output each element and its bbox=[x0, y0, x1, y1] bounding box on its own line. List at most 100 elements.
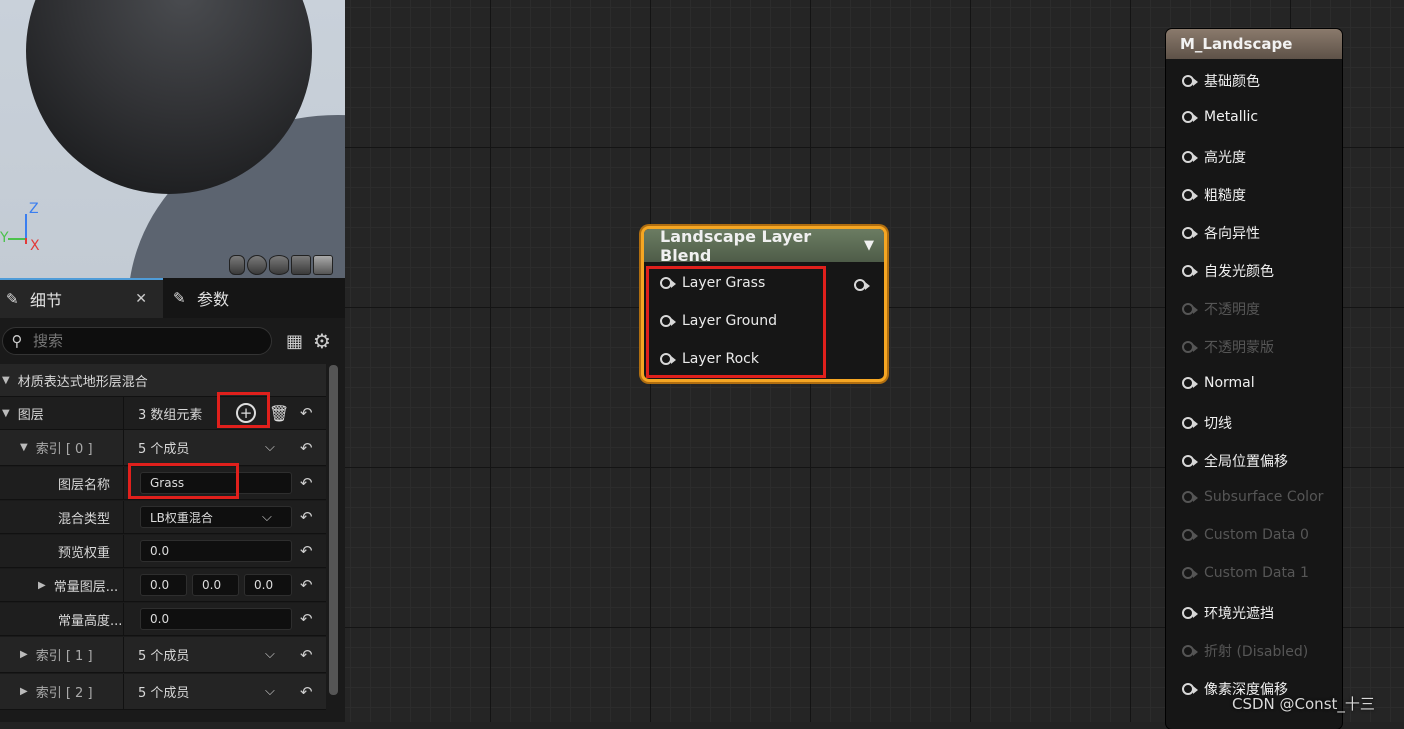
search-input[interactable] bbox=[31, 331, 255, 351]
input-pin-icon[interactable] bbox=[1182, 607, 1198, 619]
column-divider bbox=[123, 535, 124, 567]
material-pin-row[interactable]: 折射 (Disabled) bbox=[1182, 641, 1308, 661]
input-pin-icon[interactable] bbox=[1182, 189, 1198, 201]
index-2-row[interactable]: ▶ 索引 [ 2 ] 5 个成员 ⌵ ↶ bbox=[0, 674, 326, 710]
material-pin-label: 各向异性 bbox=[1204, 226, 1260, 242]
column-divider bbox=[123, 569, 124, 601]
input-pin-icon[interactable] bbox=[1182, 265, 1198, 277]
material-pin-row[interactable]: 全局位置偏移 bbox=[1182, 451, 1288, 471]
material-pin-row[interactable]: 各向异性 bbox=[1182, 223, 1260, 243]
index-1-row[interactable]: ▶ 索引 [ 1 ] 5 个成员 ⌵ ↶ bbox=[0, 637, 326, 673]
reset-icon[interactable]: ↶ bbox=[300, 439, 313, 457]
chevron-down-icon[interactable]: ▼ bbox=[864, 238, 874, 253]
column-divider bbox=[123, 430, 124, 465]
index-1-value: 5 个成员 bbox=[138, 649, 190, 664]
material-pin-row[interactable]: 环境光遮挡 bbox=[1182, 603, 1274, 623]
reset-icon[interactable]: ↶ bbox=[300, 610, 313, 628]
material-pin-row[interactable]: 粗糙度 bbox=[1182, 185, 1246, 205]
output-pin-icon[interactable] bbox=[854, 279, 870, 291]
material-pin-row[interactable]: 不透明蒙版 bbox=[1182, 337, 1274, 357]
material-pin-row[interactable]: 切线 bbox=[1182, 413, 1232, 433]
trash-icon[interactable]: 🗑 bbox=[269, 404, 289, 423]
section-header[interactable]: ▼ 材质表达式地形层混合 bbox=[0, 364, 326, 397]
material-pin-row[interactable]: Subsurface Color bbox=[1182, 489, 1323, 505]
tab-details[interactable]: ✎ 细节 ✕ bbox=[0, 278, 163, 318]
table-view-icon[interactable]: ▦ bbox=[286, 331, 303, 352]
reset-icon[interactable]: ↶ bbox=[300, 576, 313, 594]
material-node-header[interactable]: M_Landscape bbox=[1166, 29, 1342, 59]
sphere-icon[interactable] bbox=[247, 255, 267, 275]
reset-icon[interactable]: ↶ bbox=[300, 542, 313, 560]
const-layer-x-field[interactable]: 0.0 bbox=[140, 574, 187, 596]
material-pin-row[interactable]: Normal bbox=[1182, 375, 1255, 391]
input-pin-icon[interactable] bbox=[1182, 529, 1198, 541]
material-pin-label: 不透明蒙版 bbox=[1204, 340, 1274, 356]
plane-icon[interactable] bbox=[269, 255, 289, 275]
column-divider bbox=[123, 637, 124, 672]
chevron-down-icon[interactable]: ⌵ bbox=[262, 510, 272, 525]
teapot-icon[interactable] bbox=[313, 255, 333, 275]
axis-y-label: Y bbox=[0, 230, 9, 246]
search-box[interactable]: ⚲ bbox=[2, 327, 272, 355]
material-pin-label: 全局位置偏移 bbox=[1204, 454, 1288, 470]
chevron-down-icon[interactable]: ⌵ bbox=[265, 440, 275, 455]
material-pin-row[interactable]: 高光度 bbox=[1182, 147, 1246, 167]
input-pin-icon[interactable] bbox=[1182, 341, 1198, 353]
close-icon[interactable]: ✕ bbox=[135, 291, 147, 307]
input-pin-icon[interactable] bbox=[1182, 227, 1198, 239]
column-divider bbox=[123, 397, 124, 429]
search-icon: ⚲ bbox=[11, 332, 23, 350]
tab-details-label: 细节 bbox=[30, 291, 63, 310]
preview-viewport[interactable]: Z Y X bbox=[0, 0, 345, 278]
blend-type-label: 混合类型 bbox=[58, 511, 111, 527]
chevron-down-icon[interactable]: ⌵ bbox=[265, 684, 275, 699]
collapse-triangle-icon: ▼ bbox=[2, 374, 10, 386]
reset-icon[interactable]: ↶ bbox=[300, 474, 313, 492]
preview-weight-label: 预览权重 bbox=[58, 545, 111, 561]
const-layer-y-field[interactable]: 0.0 bbox=[192, 574, 239, 596]
input-pin-icon[interactable] bbox=[1182, 417, 1198, 429]
material-pin-label: Custom Data 0 bbox=[1204, 527, 1309, 543]
layers-row[interactable]: ▼ 图层 3 数组元素 + 🗑 ↶ bbox=[0, 397, 326, 430]
cube-icon[interactable] bbox=[291, 255, 311, 275]
blend-node-header[interactable]: Landscape Layer Blend ▼ bbox=[644, 227, 884, 265]
const-layer-z-field[interactable]: 0.0 bbox=[244, 574, 292, 596]
reset-icon[interactable]: ↶ bbox=[300, 508, 313, 526]
material-pin-row[interactable]: 不透明度 bbox=[1182, 299, 1260, 319]
input-pin-icon[interactable] bbox=[1182, 75, 1198, 87]
input-pin-icon[interactable] bbox=[1182, 683, 1198, 695]
reset-icon[interactable]: ↶ bbox=[300, 683, 313, 701]
layers-count: 3 数组元素 bbox=[138, 407, 203, 423]
index-2-value: 5 个成员 bbox=[138, 686, 190, 701]
preview-weight-field[interactable]: 0.0 bbox=[140, 540, 292, 562]
material-pin-row[interactable]: Custom Data 1 bbox=[1182, 565, 1309, 581]
chevron-down-icon[interactable]: ⌵ bbox=[265, 647, 275, 662]
material-pin-label: 基础颜色 bbox=[1204, 74, 1260, 90]
cylinder-icon[interactable] bbox=[229, 255, 245, 275]
material-pin-row[interactable]: 基础颜色 bbox=[1182, 71, 1260, 91]
material-pin-row[interactable]: Metallic bbox=[1182, 109, 1258, 125]
const-layer-row[interactable]: ▶ 常量图层... 0.0 0.0 0.0 ↶ bbox=[0, 569, 326, 602]
input-pin-icon[interactable] bbox=[1182, 455, 1198, 467]
input-pin-icon[interactable] bbox=[1182, 377, 1198, 389]
expand-triangle-icon: ▶ bbox=[38, 579, 46, 591]
material-pin-row[interactable]: Custom Data 0 bbox=[1182, 527, 1309, 543]
material-pin-row[interactable]: 自发光颜色 bbox=[1182, 261, 1274, 281]
material-output-node[interactable]: M_Landscape 基础颜色 Metallic 高光度粗糙度各向异性自发光颜色不… bbox=[1166, 29, 1342, 729]
const-height-field[interactable]: 0.0 bbox=[140, 608, 292, 630]
material-node-title: M_Landscape bbox=[1180, 35, 1293, 53]
input-pin-icon[interactable] bbox=[1182, 491, 1198, 503]
const-layer-label: 常量图层... bbox=[53, 579, 119, 595]
tab-parameters[interactable]: ✎ 参数 bbox=[163, 278, 229, 318]
gear-icon[interactable]: ⚙ bbox=[313, 329, 331, 353]
material-pin-label: Subsurface Color bbox=[1204, 489, 1324, 505]
details-scrollbar[interactable] bbox=[329, 365, 338, 695]
input-pin-icon[interactable] bbox=[1182, 303, 1198, 315]
input-pin-icon[interactable] bbox=[1182, 151, 1198, 163]
reset-icon[interactable]: ↶ bbox=[300, 646, 313, 664]
input-pin-icon[interactable] bbox=[1182, 645, 1198, 657]
input-pin-icon[interactable] bbox=[1182, 111, 1198, 123]
reset-icon[interactable]: ↶ bbox=[300, 404, 313, 422]
index-0-row[interactable]: ▼ 索引 [ 0 ] 5 个成员 ⌵ ↶ bbox=[0, 430, 326, 466]
input-pin-icon[interactable] bbox=[1182, 567, 1198, 579]
